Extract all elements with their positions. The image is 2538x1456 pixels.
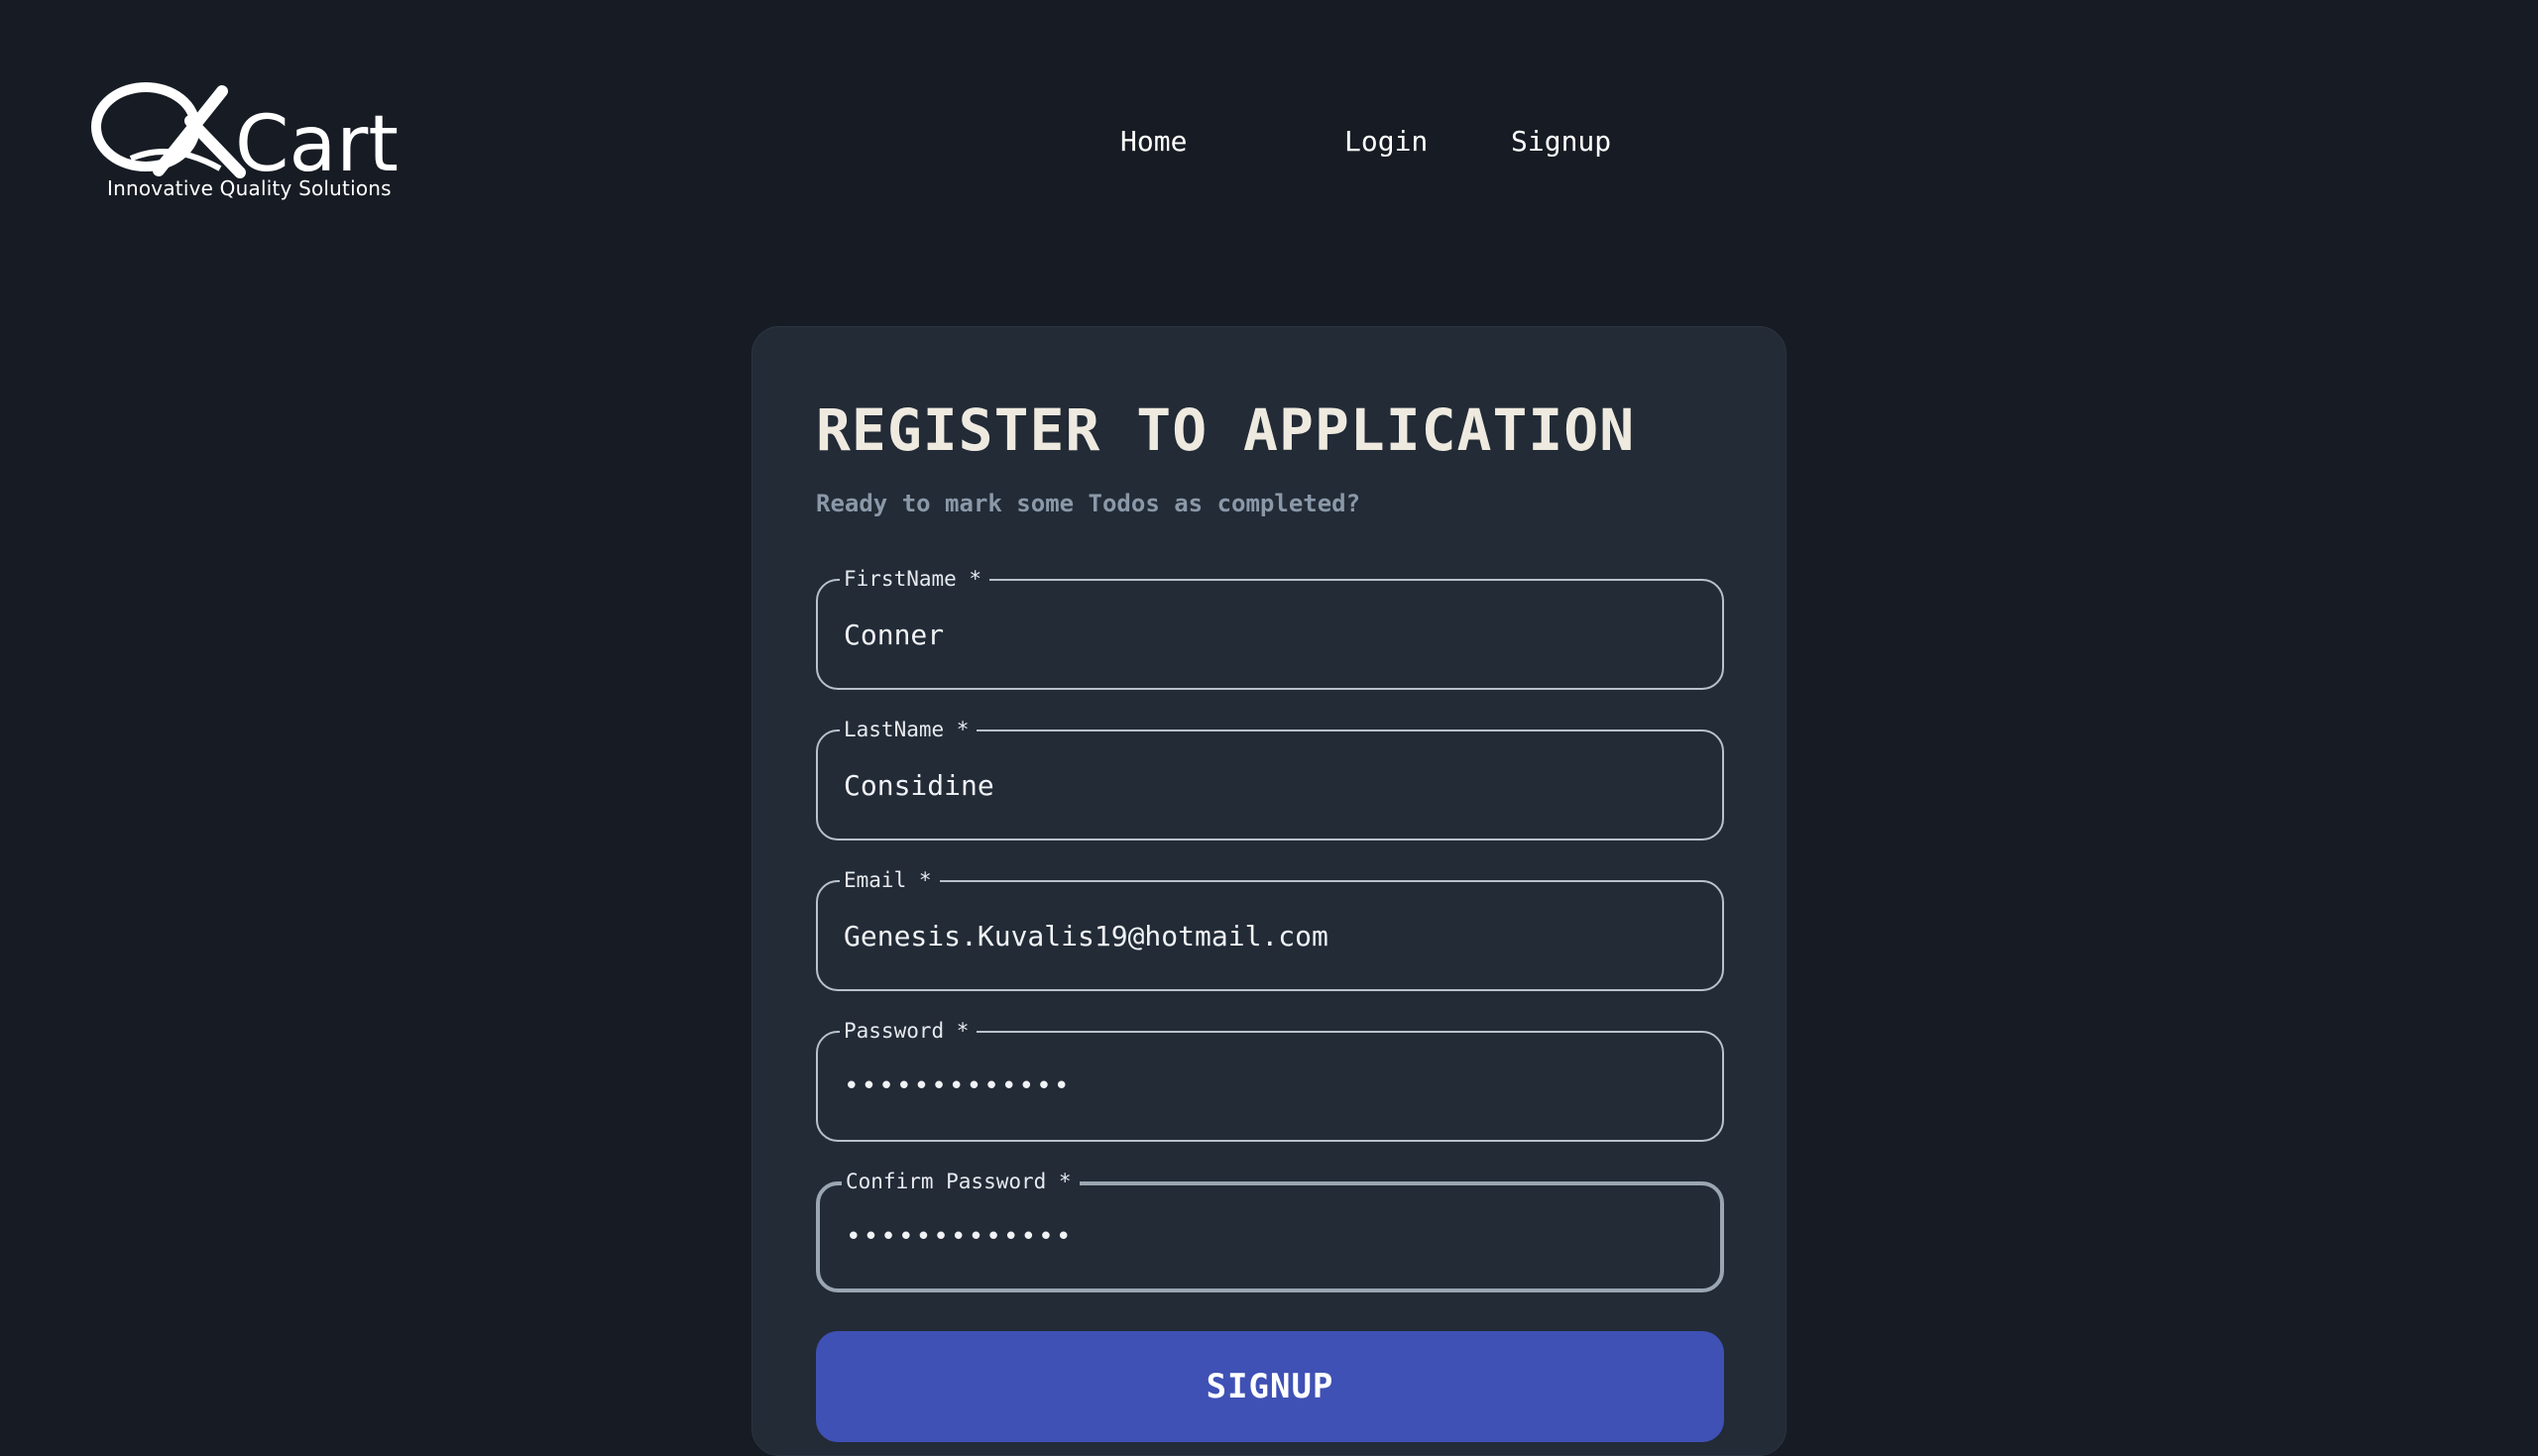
password-input[interactable] (844, 1033, 1696, 1140)
form-title: REGISTER TO APPLICATION (816, 396, 1636, 464)
firstname-input[interactable] (844, 581, 1696, 688)
password-field[interactable]: Password * (816, 1019, 1724, 1142)
logo-tagline: Innovative Quality Solutions (107, 176, 392, 200)
confirm-password-input[interactable] (846, 1185, 1698, 1288)
qkart-logo-mark: Cart (91, 82, 399, 180)
lastname-input[interactable] (844, 731, 1696, 839)
register-card: REGISTER TO APPLICATION Ready to mark so… (751, 326, 1787, 1456)
firstname-field[interactable]: FirstName * (816, 567, 1724, 690)
confirm-password-field[interactable]: Confirm Password * (816, 1170, 1724, 1292)
email-field[interactable]: Email * (816, 868, 1724, 991)
email-input[interactable] (844, 882, 1696, 989)
header: Cart Innovative Quality Solutions Home L… (0, 0, 2538, 218)
nav-signup-link[interactable]: Signup (1511, 125, 1611, 158)
lastname-field[interactable]: LastName * (816, 718, 1724, 840)
signup-button[interactable]: SIGNUP (816, 1331, 1724, 1442)
form-subtitle: Ready to mark some Todos as completed? (816, 490, 1361, 517)
svg-text:Cart: Cart (235, 100, 399, 180)
qkart-logo[interactable]: Cart Innovative Quality Solutions (91, 81, 399, 204)
nav-login-link[interactable]: Login (1344, 125, 1428, 158)
nav-home-link[interactable]: Home (1120, 125, 1187, 158)
